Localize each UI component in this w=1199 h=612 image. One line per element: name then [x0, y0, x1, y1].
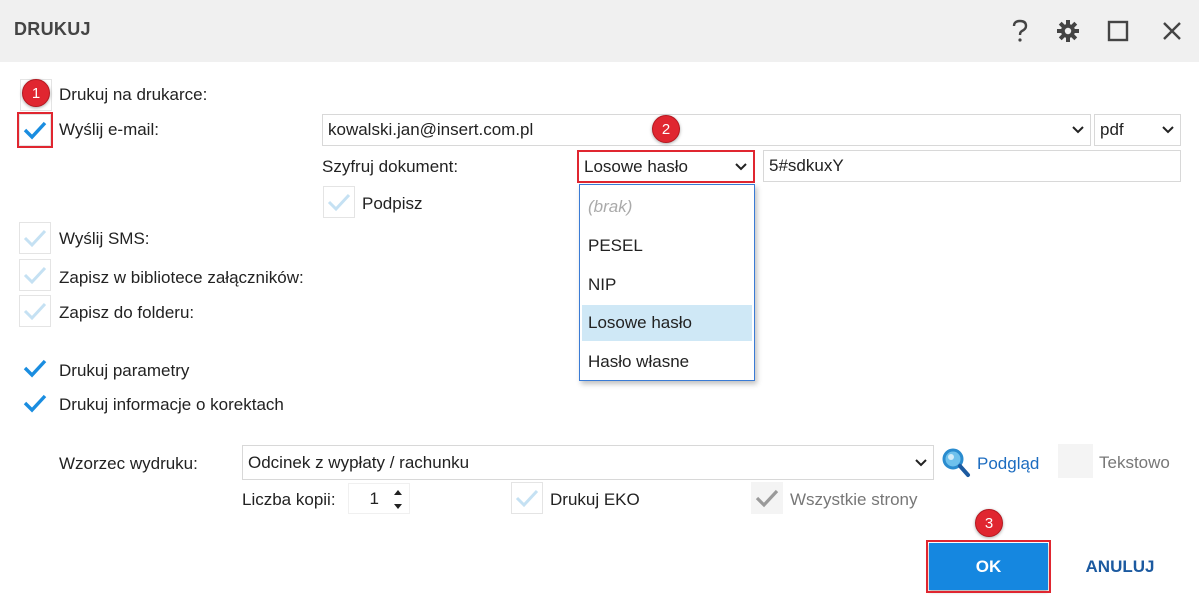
magnifier-icon	[942, 448, 970, 477]
chevron-down-icon	[394, 503, 402, 509]
email-address-select[interactable]: kowalski.jan@insert.com.pl	[322, 114, 1091, 146]
email-label: Wyślij e-mail:	[59, 120, 159, 139]
params-checkbox[interactable]	[19, 352, 51, 384]
library-label: Zapisz w bibliotece załączników:	[59, 268, 304, 287]
ok-button[interactable]: OK	[926, 540, 1051, 593]
title-bar: DRUKUJ	[0, 0, 1199, 62]
encrypt-dropdown: (brak) PESEL NIP Losowe hasło Hasło włas…	[579, 184, 755, 381]
params-label: Drukuj parametry	[59, 361, 190, 380]
sms-checkbox[interactable]	[19, 222, 51, 254]
window-title: DRUKUJ	[14, 19, 91, 39]
gear-icon[interactable]	[1051, 14, 1085, 48]
step-badge-1: 1	[22, 79, 50, 107]
folder-checkbox[interactable]	[19, 295, 51, 327]
password-input[interactable]: 5#sdkuxY	[763, 150, 1181, 182]
encrypt-option-nip[interactable]: NIP	[582, 267, 752, 303]
folder-label: Zapisz do folderu:	[59, 303, 195, 322]
encrypt-option-random[interactable]: Losowe hasło	[582, 305, 752, 341]
print-label: Drukuj na drukarce:	[59, 85, 208, 104]
checkmark-icon	[23, 266, 47, 285]
template-select[interactable]: Odcinek z wypłaty / rachunku	[242, 445, 934, 480]
all-pages-checkbox	[751, 482, 783, 514]
eko-label: Drukuj EKO	[550, 490, 640, 509]
maximize-icon[interactable]	[1101, 14, 1135, 48]
eko-checkbox[interactable]	[511, 482, 543, 514]
cancel-button[interactable]: ANULUJ	[1070, 548, 1170, 586]
chevron-down-icon	[1072, 126, 1084, 134]
close-icon[interactable]	[1155, 14, 1189, 48]
password-value: 5#sdkuxY	[769, 156, 844, 175]
sign-checkbox[interactable]	[323, 186, 355, 218]
step-badge-3: 3	[975, 509, 1003, 537]
checkmark-icon	[23, 302, 47, 321]
email-checkbox[interactable]	[17, 112, 53, 148]
library-checkbox[interactable]	[19, 259, 51, 291]
encrypt-option-own[interactable]: Hasło własne	[582, 344, 752, 380]
sms-label: Wyślij SMS:	[59, 229, 150, 248]
chevron-down-icon	[915, 458, 927, 466]
chevron-up-icon	[394, 489, 402, 495]
sign-label: Podpisz	[362, 194, 423, 213]
help-icon[interactable]	[1003, 14, 1037, 48]
encrypt-option-pesel[interactable]: PESEL	[582, 228, 752, 264]
copies-up-button[interactable]	[390, 486, 406, 498]
copies-label: Liczba kopii:	[242, 490, 336, 509]
corrections-label: Drukuj informacje o korektach	[59, 395, 284, 414]
encrypt-label: Szyfruj dokument:	[322, 157, 459, 176]
chevron-down-icon	[1162, 126, 1174, 134]
copies-value: 1	[369, 488, 379, 508]
format-select[interactable]: pdf	[1094, 114, 1181, 146]
all-pages-label: Wszystkie strony	[790, 490, 918, 509]
encrypt-option-none[interactable]: (brak)	[582, 189, 752, 225]
format-value: pdf	[1100, 120, 1124, 139]
preview-link[interactable]: Podgląd	[977, 454, 1039, 474]
step-badge-2: 2	[652, 115, 680, 143]
encrypt-select[interactable]: Losowe hasło	[577, 150, 755, 183]
checkmark-icon	[23, 229, 47, 248]
checkmark-icon	[23, 359, 47, 378]
text-checkbox[interactable]	[1058, 444, 1093, 478]
checkmark-icon	[515, 489, 539, 508]
checkmark-icon	[755, 489, 779, 508]
copies-down-button[interactable]	[390, 500, 406, 512]
preview-button[interactable]	[941, 446, 971, 478]
email-address-value: kowalski.jan@insert.com.pl	[328, 120, 534, 139]
encrypt-value: Losowe hasło	[584, 156, 688, 176]
template-value: Odcinek z wypłaty / rachunku	[248, 452, 470, 472]
checkmark-icon	[23, 394, 47, 413]
chevron-down-icon	[735, 162, 747, 170]
template-label: Wzorzec wydruku:	[59, 454, 198, 473]
checkmark-icon	[23, 121, 47, 140]
corrections-checkbox[interactable]	[19, 387, 51, 419]
text-label: Tekstowo	[1099, 453, 1170, 472]
checkmark-icon	[327, 193, 351, 212]
